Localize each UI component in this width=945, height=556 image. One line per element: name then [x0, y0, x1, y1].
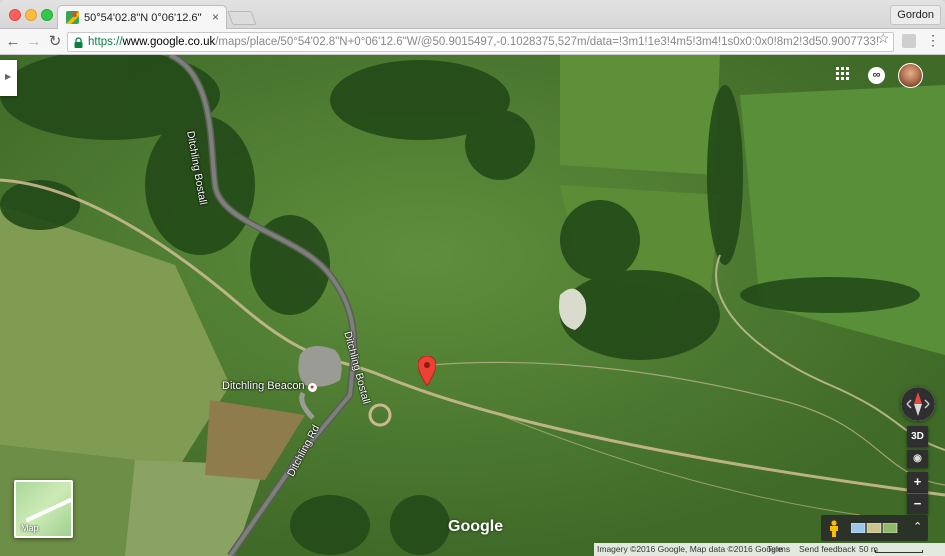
pegman-icon[interactable] — [828, 520, 840, 537]
satellite-map[interactable]: ▶ ∞ Ditchling Bostall Ditchling Bostall … — [0, 55, 945, 556]
location-pin-icon[interactable] — [418, 356, 436, 386]
bookmark-star-icon[interactable]: ☆ — [877, 30, 890, 47]
map-view-toggle[interactable]: Map — [14, 480, 73, 538]
avatar[interactable] — [898, 63, 923, 88]
back-arrow-icon[interactable]: ← — [4, 33, 22, 51]
minimap-road — [25, 497, 73, 523]
scale-bar — [875, 550, 923, 553]
tab-strip: 50°54'02.8"N 0°06'12.6"W - G × Gordon — [0, 0, 945, 30]
zoom-out-button[interactable]: − — [907, 493, 928, 514]
url-text: https://www.google.co.uk/maps/place/50°5… — [88, 36, 878, 48]
minimap-label: Map — [21, 523, 39, 533]
expand-tray-icon[interactable]: ⌃ — [913, 520, 922, 533]
extension-icon[interactable] — [902, 34, 916, 48]
window-maximize-button[interactable] — [41, 9, 53, 21]
url-path: /maps/place/50°54'02.8"N+0°06'12.6"W/@50… — [215, 36, 878, 48]
tab-title: 50°54'02.8"N 0°06'12.6"W - G — [84, 12, 202, 24]
address-bar[interactable]: https://www.google.co.uk/maps/place/50°5… — [67, 32, 894, 52]
browser-toolbar: ← → ↻ https://www.google.co.uk/maps/plac… — [0, 29, 945, 55]
profile-button[interactable]: Gordon — [890, 5, 941, 25]
browser-window: 50°54'02.8"N 0°06'12.6"W - G × Gordon ← … — [0, 0, 945, 556]
browser-menu-icon[interactable]: ⋮ — [926, 32, 940, 49]
place-label-text: Ditchling Beacon — [222, 380, 305, 392]
imagery-tray: ⌃ — [821, 515, 928, 541]
expand-arrow-icon: ▶ — [5, 72, 12, 81]
my-location-icon[interactable]: ◉ — [907, 450, 928, 468]
google-logo: Google — [448, 518, 504, 535]
window-minimize-button[interactable] — [25, 9, 37, 21]
terms-link[interactable]: Terms — [767, 544, 790, 554]
window-close-button[interactable] — [9, 9, 21, 21]
infinity-icon[interactable]: ∞ — [868, 67, 885, 84]
satellite-imagery — [0, 55, 945, 556]
zoom-in-button[interactable]: + — [907, 472, 928, 493]
forward-arrow-icon[interactable]: → — [25, 33, 43, 51]
url-host: www.google.co.uk — [122, 36, 216, 48]
place-label[interactable]: Ditchling Beacon ● — [222, 380, 317, 392]
map-footer: Imagery ©2016 Google, Map data ©2016 Goo… — [594, 543, 945, 556]
apps-grid-icon[interactable] — [836, 67, 849, 80]
parking-icon: ● — [307, 383, 317, 392]
lock-icon — [74, 37, 83, 48]
tab-close-icon[interactable]: × — [212, 10, 219, 24]
imagery-thumbnails[interactable] — [851, 523, 899, 533]
3d-button[interactable]: 3D — [907, 426, 928, 447]
google-maps-icon — [66, 11, 79, 24]
compass-icon[interactable] — [901, 387, 935, 421]
imagery-credit: Imagery ©2016 Google, Map data ©2016 Goo… — [597, 544, 783, 554]
new-tab-button[interactable] — [227, 11, 257, 25]
side-panel-toggle[interactable]: ▶ — [0, 60, 17, 96]
browser-tab[interactable]: 50°54'02.8"N 0°06'12.6"W - G × — [57, 5, 227, 30]
send-feedback-link[interactable]: Send feedback — [799, 544, 856, 554]
url-scheme: https:// — [88, 36, 123, 48]
reload-icon[interactable]: ↻ — [46, 33, 64, 51]
